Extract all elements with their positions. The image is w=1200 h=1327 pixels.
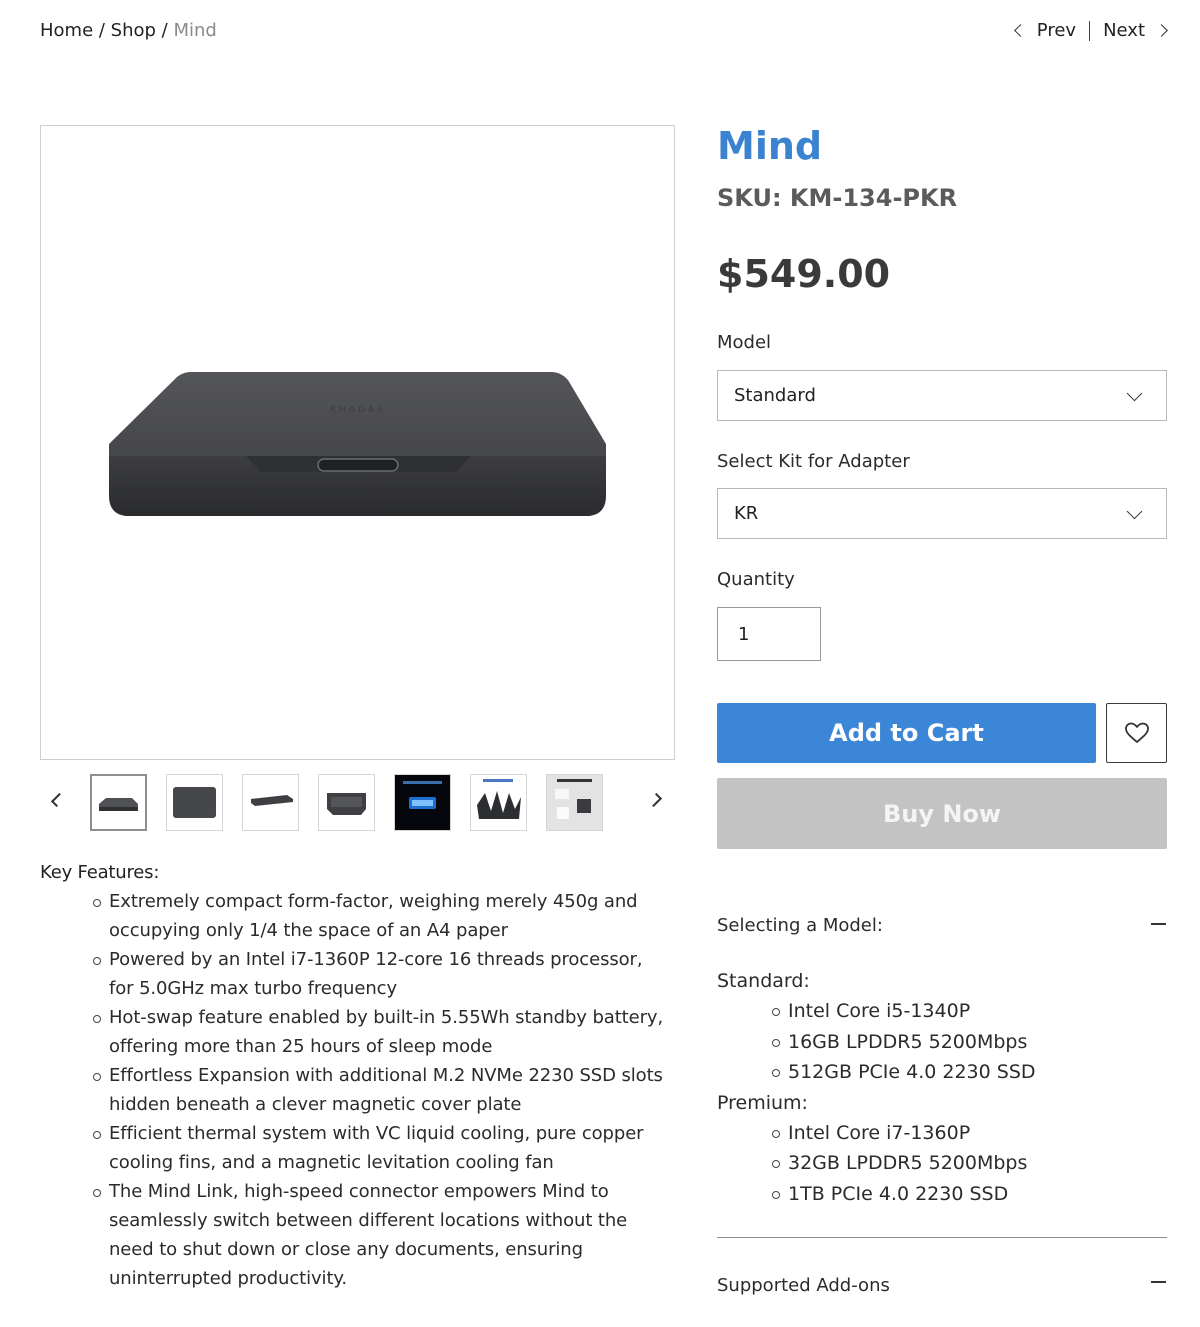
next-link[interactable]: Next: [1103, 20, 1145, 41]
product-sku: SKU: KM-134-PKR: [717, 184, 958, 212]
product-title: Mind: [717, 124, 823, 168]
spec-item: 16GB LPDDR5 5200Mbps: [772, 1027, 1167, 1058]
thumbnail-front-view[interactable]: [90, 774, 147, 831]
feature-item: The Mind Link, high-speed connector empo…: [93, 1177, 670, 1293]
spec-item: 512GB PCIe 4.0 2230 SSD: [772, 1057, 1167, 1088]
chevron-down-icon: [1126, 503, 1143, 520]
model-details: Standard: Intel Core i5-1340P 16GB LPDDR…: [717, 966, 1167, 1209]
thumbnail-prev-arrow-icon[interactable]: [48, 788, 66, 812]
key-features-list: Extremely compact form-factor, weighing …: [40, 887, 670, 1293]
add-to-cart-button[interactable]: Add to Cart: [717, 703, 1096, 763]
chevron-left-icon[interactable]: [1013, 24, 1027, 37]
pager-divider: [1089, 20, 1091, 41]
product-price: $549.00: [717, 252, 891, 296]
accordion-divider: [717, 1237, 1167, 1238]
feature-item: Powered by an Intel i7-1360P 12-core 16 …: [93, 945, 670, 1003]
spec-item: Intel Core i7-1360P: [772, 1118, 1167, 1149]
thumbnail-side-view[interactable]: [242, 774, 299, 831]
thumbnail-whats-in-the-box[interactable]: [546, 774, 603, 831]
breadcrumb-home-link[interactable]: Home: [40, 20, 93, 41]
product-pager: Prev Next: [1013, 20, 1168, 41]
standard-model-specs: Intel Core i5-1340P 16GB LPDDR5 5200Mbps…: [717, 996, 1167, 1088]
breadcrumb-shop-link[interactable]: Shop: [111, 20, 156, 41]
wishlist-button[interactable]: [1106, 703, 1167, 763]
feature-item: Extremely compact form-factor, weighing …: [93, 887, 670, 945]
key-features: Key Features: Extremely compact form-fac…: [40, 862, 670, 1293]
premium-model-specs: Intel Core i7-1360P 32GB LPDDR5 5200Mbps…: [717, 1118, 1167, 1210]
kit-label: Select Kit for Adapter: [717, 451, 910, 472]
chevron-right-icon[interactable]: [1155, 24, 1168, 37]
model-label: Model: [717, 332, 772, 353]
standard-model-heading: Standard:: [717, 970, 810, 992]
model-select-value: Standard: [734, 385, 816, 406]
collapse-minus-icon[interactable]: [1151, 923, 1166, 925]
heart-icon: [1124, 722, 1149, 743]
model-select[interactable]: Standard: [717, 370, 1167, 421]
chevron-down-icon: [1126, 385, 1143, 402]
quantity-input[interactable]: 1: [717, 607, 821, 661]
thumbnail-top-view[interactable]: [166, 774, 223, 831]
thumbnail-strip: [90, 774, 603, 831]
svg-text:KHADAS: KHADAS: [330, 405, 385, 415]
spec-item: Intel Core i5-1340P: [772, 996, 1167, 1027]
breadcrumb-separator: /: [155, 20, 174, 41]
premium-model-heading: Premium:: [717, 1091, 808, 1114]
breadcrumb: Home / Shop / Mind: [40, 20, 217, 41]
collapse-minus-icon[interactable]: [1151, 1281, 1166, 1283]
supported-addons-accordion-title[interactable]: Supported Add-ons: [717, 1275, 890, 1296]
feature-item: Efficient thermal system with VC liquid …: [93, 1119, 670, 1177]
spec-item: 1TB PCIe 4.0 2230 SSD: [772, 1179, 1167, 1210]
key-features-heading: Key Features:: [40, 862, 160, 883]
spec-item: 32GB LPDDR5 5200Mbps: [772, 1148, 1167, 1179]
kit-select-value: KR: [734, 503, 759, 524]
buy-now-button[interactable]: Buy Now: [717, 778, 1167, 849]
feature-item: Effortless Expansion with additional M.2…: [93, 1061, 670, 1119]
kit-select[interactable]: KR: [717, 488, 1167, 539]
breadcrumb-separator: /: [93, 20, 111, 41]
main-product-image[interactable]: KHADAS: [40, 125, 675, 760]
thumbnail-compact-body[interactable]: [470, 774, 527, 831]
thumbnail-standby-battery[interactable]: [394, 774, 451, 831]
thumbnail-rear-view[interactable]: [318, 774, 375, 831]
thumbnail-next-arrow-icon[interactable]: [647, 788, 665, 812]
mini-pc-image: KHADAS: [109, 372, 606, 516]
prev-link[interactable]: Prev: [1037, 20, 1076, 41]
breadcrumb-current: Mind: [173, 20, 217, 41]
feature-item: Hot-swap feature enabled by built-in 5.5…: [93, 1003, 670, 1061]
selecting-model-accordion-title[interactable]: Selecting a Model:: [717, 915, 883, 936]
quantity-label: Quantity: [717, 569, 795, 590]
